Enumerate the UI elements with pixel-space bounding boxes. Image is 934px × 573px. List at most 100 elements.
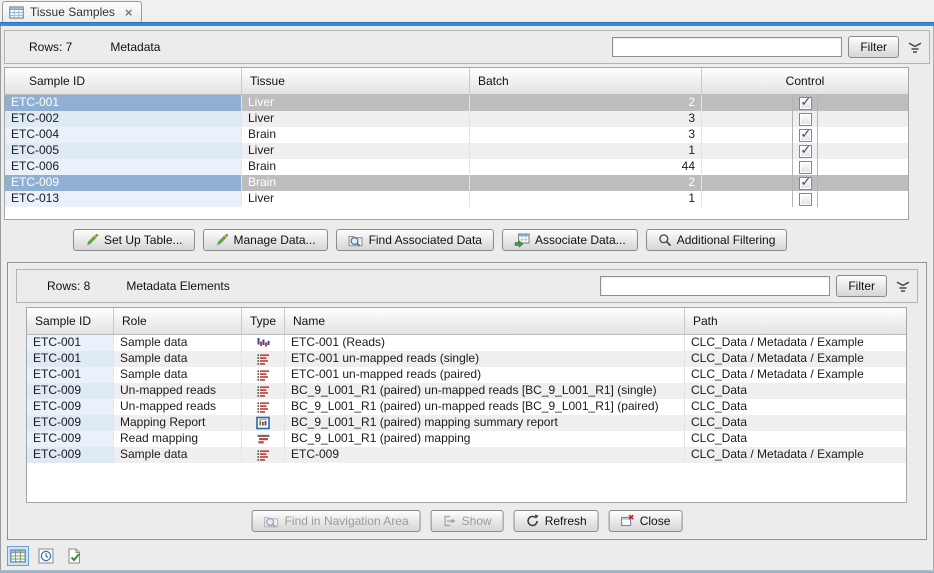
control-checkbox[interactable]: ✓	[799, 145, 812, 158]
filter-options-icon[interactable]	[907, 41, 923, 54]
control-checkbox[interactable]	[799, 113, 812, 126]
column-header-control[interactable]: Control	[702, 68, 908, 94]
pencil-icon	[85, 233, 99, 247]
editor-area: Rows: 7 Metadata Filter Sample IDTissueB…	[1, 26, 933, 541]
table-row[interactable]: ETC-009Brain2✓	[5, 175, 908, 191]
table-row[interactable]: ETC-009Read mappingBC_9_L001_R1 (paired)…	[27, 431, 906, 447]
batch-cell: 44	[470, 159, 702, 175]
path-cell: CLC_Data	[685, 383, 906, 399]
type-cell	[242, 399, 285, 415]
table-row[interactable]: ETC-006Brain44	[5, 159, 908, 175]
find-folder-icon	[348, 233, 364, 247]
table-row[interactable]: ETC-001Sample dataETC-001 un-mapped read…	[27, 351, 906, 367]
path-cell: CLC_Data / Metadata / Example	[685, 351, 906, 367]
tab-tissue-samples[interactable]: Tissue Samples ×	[2, 1, 142, 22]
sample-id-cell: ETC-009	[27, 431, 114, 447]
column-header-type[interactable]: Type	[242, 308, 285, 334]
tab-close-icon[interactable]: ×	[125, 5, 133, 20]
control-cell	[702, 159, 908, 175]
tissue-cell: Liver	[242, 143, 470, 159]
batch-cell: 3	[470, 127, 702, 143]
button-label: Refresh	[545, 514, 587, 528]
table-row[interactable]: ETC-001Sample dataETC-001 un-mapped read…	[27, 367, 906, 383]
role-cell: Un-mapped reads	[114, 399, 242, 415]
column-header-role[interactable]: Role	[114, 308, 242, 334]
control-checkbox[interactable]: ✓	[799, 129, 812, 142]
path-cell: CLC_Data	[685, 431, 906, 447]
table-row[interactable]: ETC-005Liver1✓	[5, 143, 908, 159]
table-row[interactable]: ETC-009Mapping ReportBC_9_L001_R1 (paire…	[27, 415, 906, 431]
tab-title: Tissue Samples	[30, 5, 115, 19]
set-up-table-button[interactable]: Set Up Table...	[73, 229, 195, 251]
manage-data-button[interactable]: Manage Data...	[203, 229, 328, 251]
associate-data-button[interactable]: Associate Data...	[502, 229, 638, 251]
column-header-batch[interactable]: Batch	[470, 68, 702, 94]
control-checkbox[interactable]	[799, 161, 812, 174]
column-header-sample-id[interactable]: Sample ID	[27, 308, 114, 334]
element-info-icon[interactable]	[63, 546, 85, 566]
history-icon[interactable]	[35, 546, 57, 566]
find-folder-icon	[264, 514, 280, 528]
control-checkbox[interactable]	[799, 193, 812, 206]
status-bar	[1, 541, 933, 570]
filter-input[interactable]	[600, 276, 830, 296]
table-row[interactable]: ETC-009Sample dataETC-009CLC_Data / Meta…	[27, 447, 906, 463]
sample-id-cell: ETC-001	[5, 95, 242, 111]
sample-id-cell: ETC-006	[5, 159, 242, 175]
control-checkbox[interactable]: ✓	[799, 177, 812, 190]
table-row[interactable]: ETC-009Un-mapped readsBC_9_L001_R1 (pair…	[27, 383, 906, 399]
control-checkbox[interactable]: ✓	[799, 97, 812, 110]
sample-id-cell: ETC-001	[27, 351, 114, 367]
path-cell: CLC_Data / Metadata / Example	[685, 367, 906, 383]
column-header-sample-id[interactable]: Sample ID	[5, 68, 242, 94]
refresh-button[interactable]: Refresh	[514, 510, 599, 532]
role-cell: Sample data	[114, 351, 242, 367]
column-header-name[interactable]: Name	[285, 308, 685, 334]
find-associated-data-button[interactable]: Find Associated Data	[336, 229, 494, 251]
table-row[interactable]: ETC-004Brain3✓	[5, 127, 908, 143]
close-button[interactable]: Close	[609, 510, 683, 532]
control-cell	[702, 191, 908, 207]
button-label: Additional Filtering	[677, 233, 776, 247]
filter-input[interactable]	[612, 37, 842, 57]
role-cell: Read mapping	[114, 431, 242, 447]
samples-table: Sample IDTissueBatchControl ETC-001 Liver…	[4, 67, 909, 220]
table-view-icon[interactable]	[7, 546, 29, 566]
additional-filtering-button[interactable]: Additional Filtering	[646, 229, 788, 251]
elements-table-header: Sample IDRoleTypeNamePath	[27, 308, 906, 335]
path-cell: CLC_Data	[685, 415, 906, 431]
sample-id-cell: ETC-004	[5, 127, 242, 143]
rows-count-label: Rows: 7	[29, 40, 72, 54]
sample-id-cell: ETC-001	[27, 335, 114, 351]
name-cell: ETC-001 un-mapped reads (paired)	[285, 367, 685, 383]
refresh-icon	[526, 514, 540, 528]
column-header-tissue[interactable]: Tissue	[242, 68, 470, 94]
table-row[interactable]: ETC-001Liver2✓	[5, 95, 908, 111]
batch-cell: 2	[470, 95, 702, 111]
type-cell	[242, 335, 285, 351]
read-mapping-icon	[257, 434, 270, 445]
sample-reads-icon	[257, 337, 270, 349]
filter-button[interactable]: Filter	[848, 36, 899, 58]
table-row[interactable]: ETC-009Un-mapped readsBC_9_L001_R1 (pair…	[27, 399, 906, 415]
filter-button[interactable]: Filter	[836, 275, 887, 297]
button-label: Find in Navigation Area	[285, 514, 409, 528]
batch-cell: 2	[470, 175, 702, 191]
top-toolbar: Rows: 7 Metadata Filter	[4, 30, 930, 64]
role-cell: Sample data	[114, 335, 242, 351]
column-header-path[interactable]: Path	[685, 308, 906, 334]
sample-id-cell: ETC-002	[5, 111, 242, 127]
filter-options-icon[interactable]	[895, 280, 911, 293]
sequence-list-icon	[257, 401, 270, 414]
table-row[interactable]: ETC-013Liver1	[5, 191, 908, 207]
tissue-cell: Brain	[242, 159, 470, 175]
type-cell	[242, 415, 285, 431]
magnifier-icon	[658, 233, 672, 247]
show-arrow-icon	[443, 514, 457, 528]
path-cell: CLC_Data	[685, 399, 906, 415]
table-row[interactable]: ETC-002Liver3	[5, 111, 908, 127]
table-row[interactable]: ETC-001Sample dataETC-001 (Reads)CLC_Dat…	[27, 335, 906, 351]
control-cell: ✓	[702, 143, 908, 159]
sample-id-cell: ETC-005	[5, 143, 242, 159]
table-type-label: Metadata	[110, 40, 160, 54]
